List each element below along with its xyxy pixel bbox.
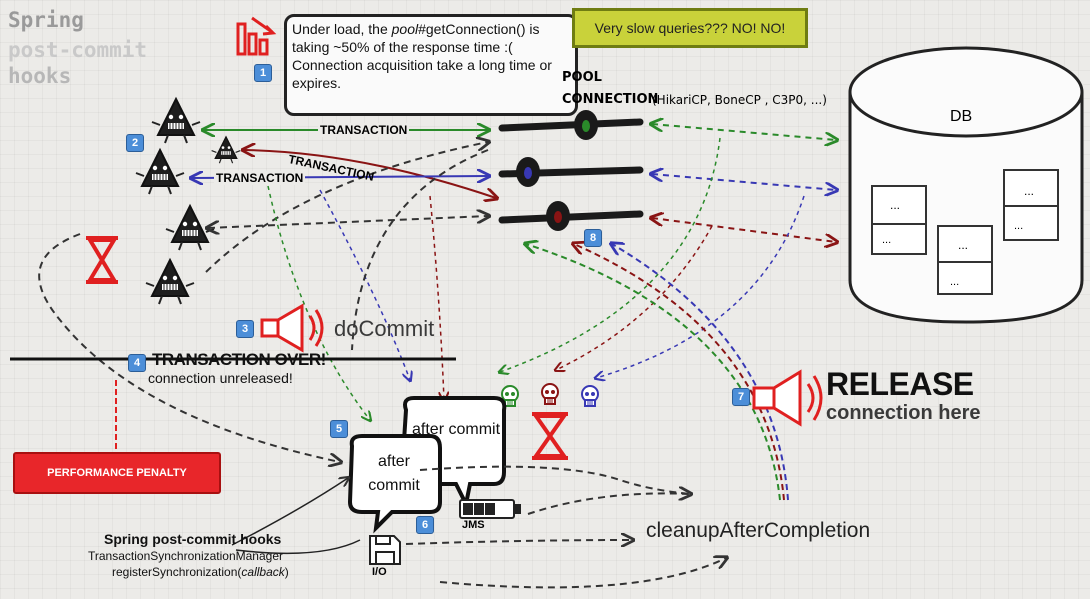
megaphone-icon-release xyxy=(752,369,823,427)
battery-icon xyxy=(459,499,521,519)
after-commit-text-front: after commit xyxy=(368,453,420,494)
pool-subheading: CONNECTION xyxy=(562,92,659,107)
skull-icon-blue-2 xyxy=(581,385,599,407)
db-table-cell-2: ... xyxy=(882,234,892,246)
transaction-over-subtitle: connection unreleased! xyxy=(148,370,293,386)
title-line-1: Spring xyxy=(8,8,84,32)
step-badge-7: 7 xyxy=(732,388,750,406)
transaction-over-title: TRANSACTION OVER! xyxy=(152,350,326,369)
transaction-label-blue: TRANSACTION xyxy=(214,171,306,185)
hourglass-icon-center xyxy=(532,412,568,460)
db-table-cell-6: ... xyxy=(1014,220,1024,232)
bar-chart-icon xyxy=(236,16,277,56)
pool-detail: (HikariCP, BoneCP , C3P0, ...) xyxy=(652,93,827,107)
release-title: RELEASE xyxy=(826,366,974,402)
hooks-title: Spring post-commit hooks xyxy=(104,531,282,547)
io-label: I/O xyxy=(372,566,387,578)
cleanup-label: cleanupAfterCompletion xyxy=(646,519,871,542)
floppy-disk-icon xyxy=(369,535,401,565)
step-badge-5: 5 xyxy=(330,420,348,438)
hooks-line-1: TransactionSynchronizationManager xyxy=(88,549,283,563)
skull-icon-red-2 xyxy=(541,383,559,405)
slow-queries-note: Very slow queries??? NO! NO! xyxy=(572,8,808,48)
step-badge-3: 3 xyxy=(236,320,254,338)
step-badge-1: 1 xyxy=(254,64,272,82)
performance-penalty-box: PERFORMANCE PENALTY xyxy=(13,452,221,494)
step-badge-8: 8 xyxy=(584,229,602,247)
thread-icon-4 xyxy=(145,259,195,305)
thread-icon-1 xyxy=(151,98,201,144)
thread-icon-3 xyxy=(165,205,215,251)
db-table-cell-3: ... xyxy=(958,238,969,252)
db-table-cell-5: ... xyxy=(1024,184,1035,198)
load-callout-text: Under load, the pool#getConnection() is … xyxy=(292,21,552,91)
docommit-label: doCommit xyxy=(334,316,435,341)
step-badge-2: 2 xyxy=(126,134,144,152)
hourglass-icon-left xyxy=(86,236,118,284)
after-commit-text-back: after commit xyxy=(412,421,501,438)
title-line-2: post-commit xyxy=(8,38,148,62)
db-label: DB xyxy=(950,108,973,125)
step-badge-6: 6 xyxy=(416,516,434,534)
megaphone-icon-docommit xyxy=(260,303,324,353)
title-line-3: hooks xyxy=(8,64,72,88)
step-badge-4: 4 xyxy=(128,354,146,372)
db-table-cell-4: ... xyxy=(950,276,960,288)
thread-icon-2 xyxy=(135,149,185,195)
db-table-cell-1: ... xyxy=(890,198,901,212)
release-subtitle: connection here xyxy=(826,402,981,424)
transaction-label-green: TRANSACTION xyxy=(318,123,410,137)
jms-label: JMS xyxy=(462,519,485,531)
small-thread-icon xyxy=(211,136,241,164)
hooks-line-2: registerSynchronization(callback) xyxy=(112,565,289,579)
pool-heading: POOL xyxy=(562,70,602,85)
